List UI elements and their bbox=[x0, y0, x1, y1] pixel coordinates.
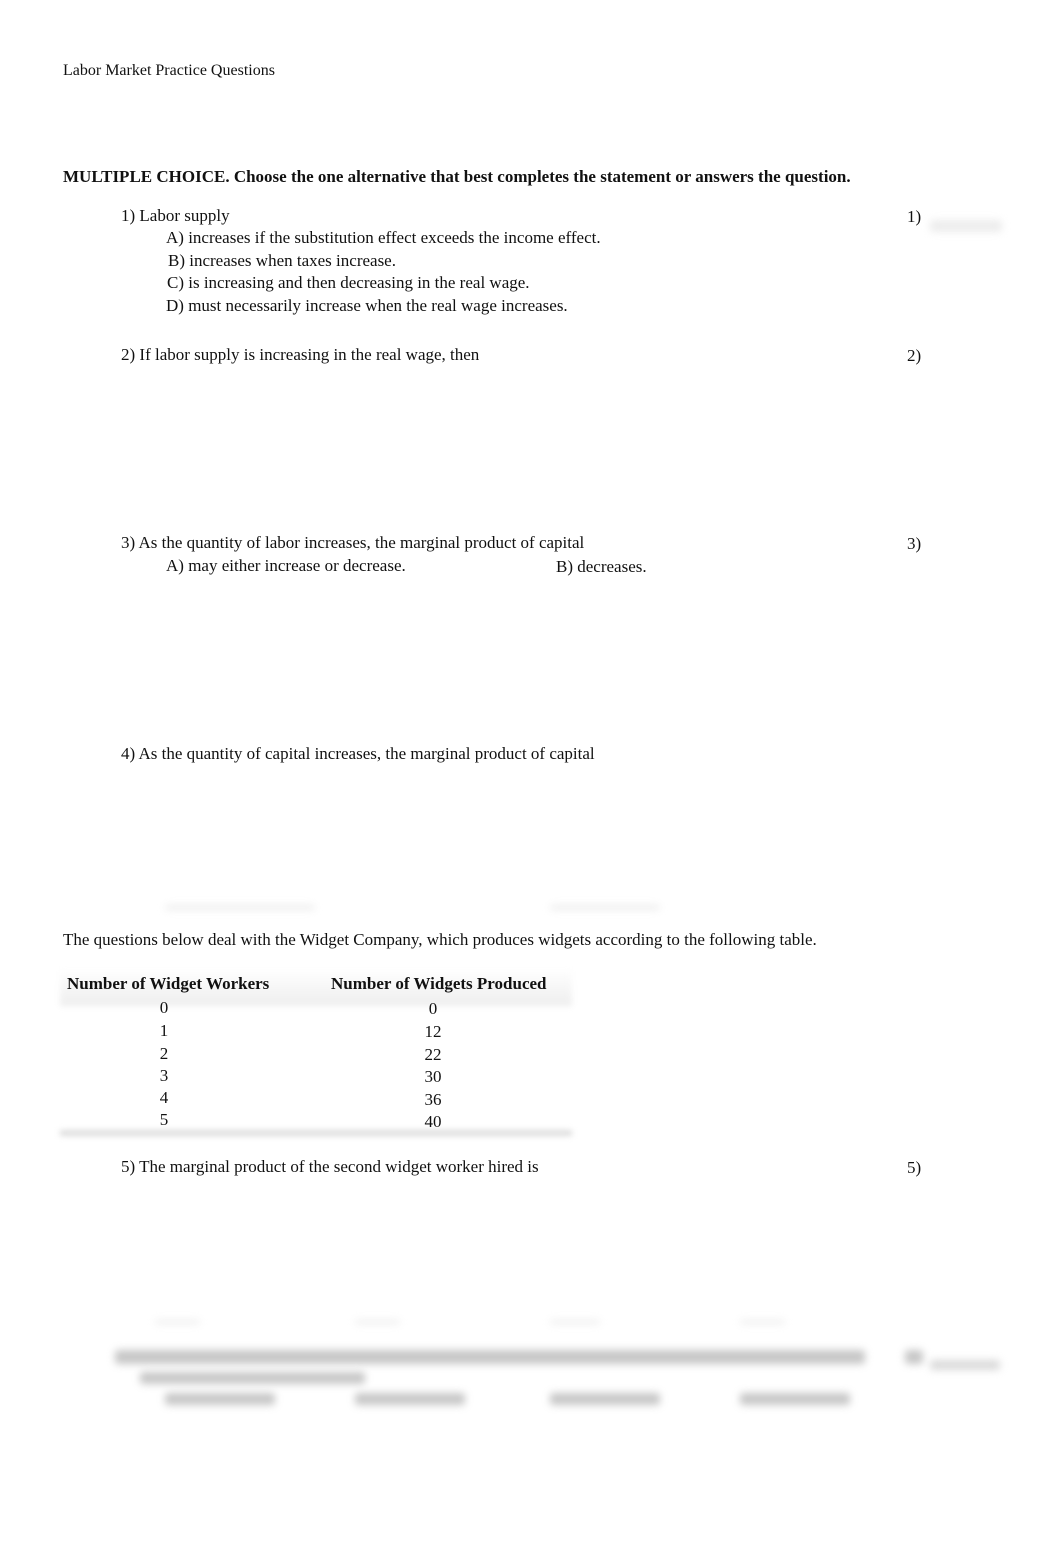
blurred-text bbox=[550, 905, 660, 910]
blurred-text bbox=[740, 1393, 850, 1405]
blurred-text bbox=[155, 1320, 200, 1324]
option-d: D) must necessarily increase when the re… bbox=[166, 296, 568, 315]
table-cell: 22 bbox=[424, 1045, 442, 1064]
answer-label: 2) bbox=[907, 346, 922, 365]
table-cell: 40 bbox=[424, 1112, 442, 1131]
table-cell: 3 bbox=[159, 1066, 169, 1085]
option-b: B) decreases. bbox=[556, 557, 647, 576]
question-stem: 3) As the quantity of labor increases, t… bbox=[121, 533, 585, 552]
table-cell: 5 bbox=[159, 1110, 169, 1129]
blurred-text bbox=[930, 1360, 1000, 1370]
blurred-text bbox=[740, 1320, 785, 1324]
redacted-answer bbox=[930, 220, 1002, 232]
table-cell: 0 bbox=[428, 999, 438, 1018]
blurred-text bbox=[550, 1393, 660, 1405]
widget-table: Number of Widget Workers Number of Widge… bbox=[60, 968, 572, 1136]
blurred-text bbox=[905, 1350, 923, 1364]
option-a: A) may either increase or decrease. bbox=[166, 556, 406, 575]
question-stem: 1) Labor supply bbox=[121, 206, 230, 225]
answer-label: 1) bbox=[907, 207, 922, 226]
blurred-text bbox=[140, 1372, 365, 1384]
blurred-text bbox=[165, 1393, 275, 1405]
column-header-workers: Number of Widget Workers bbox=[67, 974, 270, 993]
blurred-text bbox=[355, 1393, 465, 1405]
option-b: B) increases when taxes increase. bbox=[168, 251, 396, 270]
table-cell: 2 bbox=[159, 1044, 169, 1063]
answer-label: 3) bbox=[907, 534, 922, 553]
instructions: MULTIPLE CHOICE. Choose the one alternat… bbox=[63, 167, 851, 186]
blurred-text bbox=[115, 1350, 865, 1364]
table-cell: 30 bbox=[424, 1067, 442, 1086]
answer-label: 5) bbox=[907, 1158, 922, 1177]
question-stem: 5) The marginal product of the second wi… bbox=[121, 1157, 539, 1176]
blurred-text bbox=[355, 1320, 400, 1324]
blurred-text bbox=[165, 905, 315, 910]
option-a: A) increases if the substitution effect … bbox=[166, 228, 601, 247]
table-cell: 0 bbox=[159, 998, 169, 1017]
document-title: Labor Market Practice Questions bbox=[63, 62, 275, 79]
table-intro: The questions below deal with the Widget… bbox=[63, 930, 817, 949]
table-cell: 4 bbox=[159, 1088, 169, 1107]
blurred-text bbox=[550, 1320, 600, 1324]
table-cell: 1 bbox=[159, 1021, 169, 1040]
question-stem: 4) As the quantity of capital increases,… bbox=[121, 744, 595, 763]
column-header-widgets: Number of Widgets Produced bbox=[331, 974, 547, 993]
table-footer-rule bbox=[60, 1130, 572, 1136]
option-c: C) is increasing and then decreasing in … bbox=[167, 273, 530, 292]
question-stem: 2) If labor supply is increasing in the … bbox=[121, 345, 480, 364]
table-cell: 12 bbox=[424, 1022, 442, 1041]
table-cell: 36 bbox=[424, 1090, 442, 1109]
